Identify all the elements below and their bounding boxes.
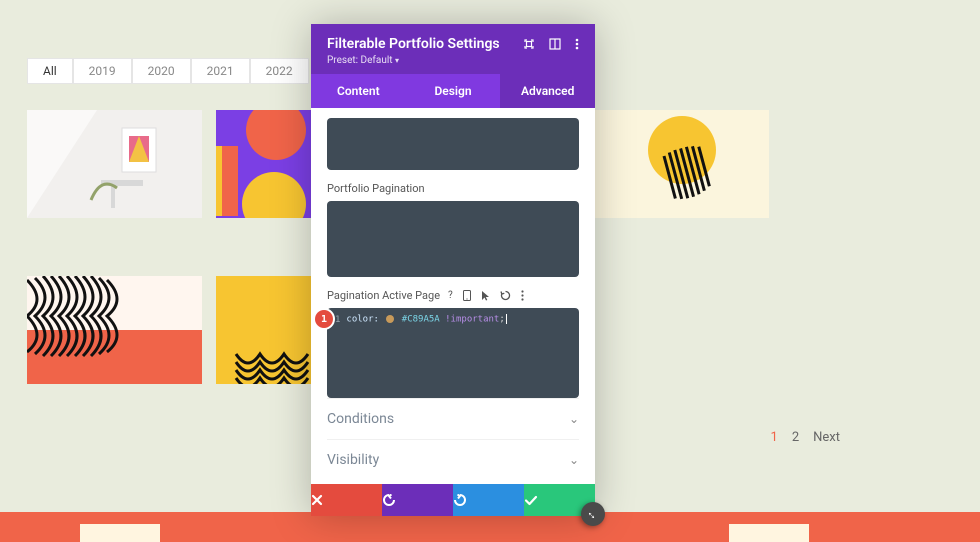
cursor-icon[interactable] [481,290,490,301]
tab-design[interactable]: Design [406,74,501,108]
chevron-down-icon: ⌄ [569,453,579,467]
label-pagination-active-page: Pagination Active Page [327,289,440,302]
text-caret [506,314,507,324]
css-textarea-portfolio-pagination[interactable] [327,201,579,277]
modal-tabs: Content Design Advanced [311,74,595,108]
pagination-page-2[interactable]: 2 [792,430,799,445]
cancel-button[interactable] [311,484,382,516]
portfolio-tile[interactable] [594,110,769,218]
kebab-menu-icon[interactable] [521,290,524,301]
reset-icon[interactable] [500,290,511,301]
css-textarea-prev[interactable] [327,118,579,170]
settings-modal: Filterable Portfolio Settings Preset: De… [311,24,595,516]
footer-block [80,524,160,542]
portfolio-tile[interactable] [27,276,202,384]
modal-title: Filterable Portfolio Settings [327,36,500,52]
portfolio-filter-bar: All 2019 2020 2021 2022 [27,58,309,84]
panel-layout-icon[interactable] [549,38,561,50]
filter-tab-2021[interactable]: 2021 [191,58,250,84]
line-number: 1 [335,315,340,325]
chevron-down-icon: ⌄ [569,412,579,426]
tab-advanced[interactable]: Advanced [500,74,595,108]
filter-tab-2020[interactable]: 2020 [132,58,191,84]
portfolio-pagination: 1 2 Next [771,430,841,445]
filter-tab-2019[interactable]: 2019 [73,58,132,84]
tab-content[interactable]: Content [311,74,406,108]
label-portfolio-pagination: Portfolio Pagination [327,182,579,195]
preset-selector[interactable]: Preset: Default ▾ [327,55,579,66]
accordion-visibility[interactable]: Visibility ⌄ [327,439,579,480]
filter-tab-all[interactable]: All [27,58,73,84]
step-marker: 1 [315,310,333,328]
modal-body: Portfolio Pagination Pagination Active P… [311,108,595,484]
kebab-menu-icon[interactable] [575,38,579,50]
undo-button[interactable] [382,484,453,516]
portfolio-tile[interactable] [27,110,202,218]
color-swatch-icon [386,315,394,323]
help-icon[interactable]: ? [448,290,453,301]
modal-header: Filterable Portfolio Settings Preset: De… [311,24,595,74]
modal-footer [311,484,595,516]
expand-icon[interactable] [523,38,535,50]
pagination-next[interactable]: Next [813,430,840,445]
redo-button[interactable] [453,484,524,516]
filter-tab-2022[interactable]: 2022 [250,58,309,84]
css-textarea-pagination-active[interactable]: 1 1color: #C89A5A !important; [327,308,579,398]
pagination-page-1[interactable]: 1 [771,430,778,445]
accordion-conditions[interactable]: Conditions ⌄ [327,398,579,439]
footer-block [729,524,809,542]
mobile-icon[interactable] [463,290,471,301]
chevron-down-icon: ▾ [395,56,399,65]
